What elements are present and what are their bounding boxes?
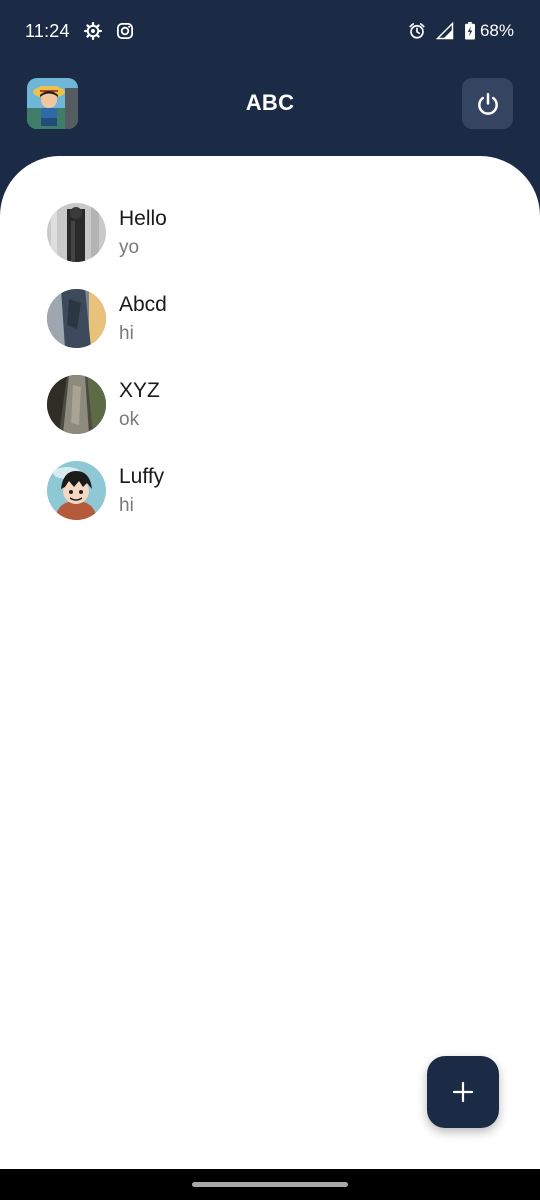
chat-name: XYZ	[119, 379, 160, 402]
power-button[interactable]	[462, 78, 513, 129]
status-bar-right: 68%	[408, 21, 514, 41]
status-bar: 11:24 68%	[0, 0, 540, 62]
chat-avatar	[47, 375, 106, 434]
chat-avatar	[47, 461, 106, 520]
chat-list-item[interactable]: Luffy hi	[0, 459, 540, 545]
chat-list-item[interactable]: Abcd hi	[0, 287, 540, 373]
chat-avatar	[47, 289, 106, 348]
chat-list-item[interactable]: Hello yo	[0, 201, 540, 287]
chat-avatar	[47, 203, 106, 262]
gesture-handle[interactable]	[192, 1182, 348, 1187]
chat-last-message: yo	[119, 237, 140, 258]
chat-name: Luffy	[119, 465, 165, 488]
signal-icon	[435, 22, 454, 40]
alarm-icon	[408, 22, 426, 40]
settings-gear-icon	[83, 22, 102, 40]
new-chat-fab[interactable]	[427, 1056, 499, 1128]
chat-name: Abcd	[119, 293, 167, 316]
instagram-icon	[116, 22, 134, 40]
status-bar-left: 11:24	[25, 21, 134, 42]
chat-list-item[interactable]: XYZ ok	[0, 373, 540, 459]
chat-last-message: hi	[119, 495, 134, 516]
chat-name: Hello	[119, 207, 167, 230]
status-time: 11:24	[25, 20, 70, 41]
power-icon	[475, 91, 501, 117]
battery-icon	[464, 22, 476, 40]
system-navigation-bar	[0, 1169, 540, 1200]
chat-last-message: ok	[119, 409, 140, 430]
chat-last-message: hi	[119, 323, 134, 344]
app-title: ABC	[245, 90, 295, 115]
app-header: ABC	[0, 62, 540, 156]
battery-percentage: 68%	[479, 21, 514, 40]
chat-list-panel: Hello yo Abcd hi XYZ ok Luffy hi	[0, 156, 540, 1169]
chat-list: Hello yo Abcd hi XYZ ok Luffy hi	[0, 201, 540, 545]
plus-icon	[452, 1081, 474, 1103]
